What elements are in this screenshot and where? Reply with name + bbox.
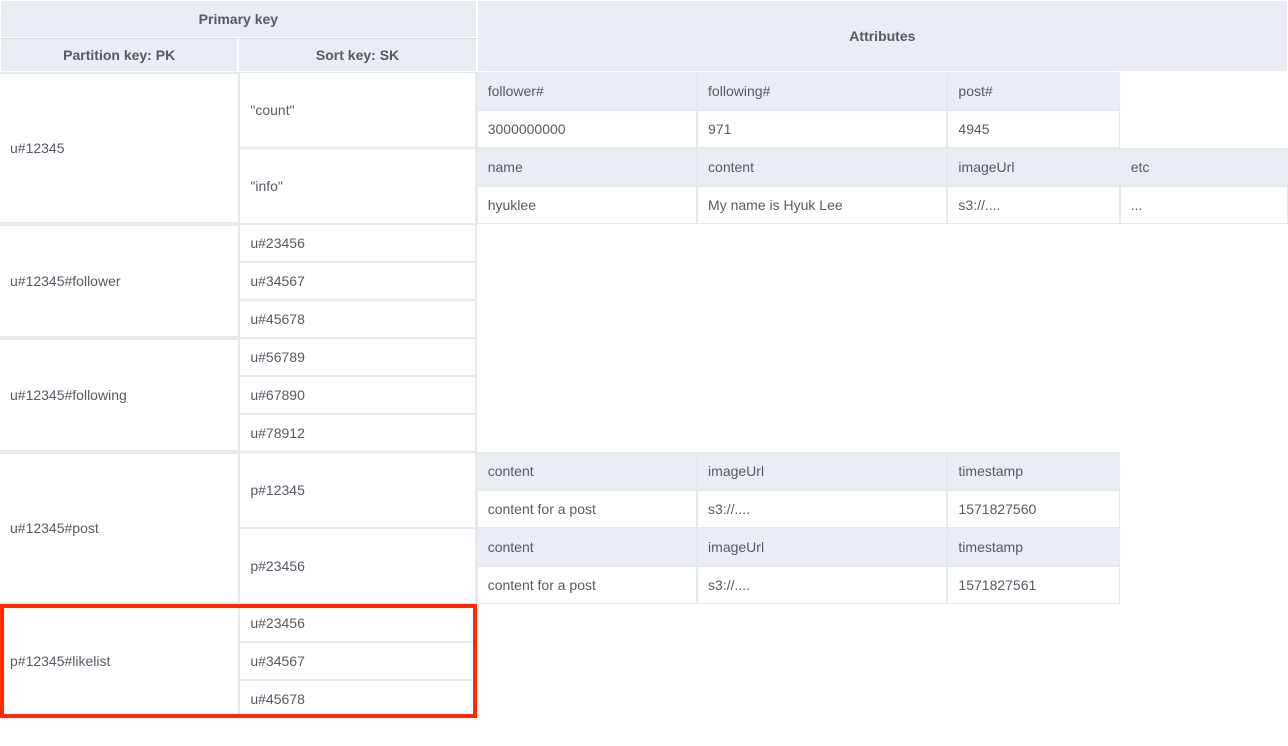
attr-value: hyuklee bbox=[477, 186, 697, 224]
pk-cell: u#12345#follower bbox=[0, 224, 238, 338]
header-sort-key: Sort key: SK bbox=[238, 38, 476, 72]
attr-header: imageUrl bbox=[697, 452, 947, 490]
attr-header: post# bbox=[947, 72, 1119, 110]
pk-cell: u#12345 bbox=[0, 72, 238, 224]
table-row: u#12345#post p#12345 content imageUrl ti… bbox=[0, 452, 1288, 490]
sk-cell: u#67890 bbox=[238, 376, 476, 414]
sk-cell: u#34567 bbox=[238, 642, 476, 680]
pk-cell: p#12345#likelist bbox=[0, 604, 238, 718]
sk-cell: u#23456 bbox=[238, 224, 476, 262]
header-partition-key: Partition key: PK bbox=[0, 38, 238, 72]
attr-header: content bbox=[477, 528, 697, 566]
attr-header: following# bbox=[697, 72, 947, 110]
sk-cell: "info" bbox=[238, 148, 476, 224]
attr-header: imageUrl bbox=[697, 528, 947, 566]
attr-header: imageUrl bbox=[947, 148, 1119, 186]
header-row-1: Primary key Attributes bbox=[0, 0, 1288, 38]
sk-cell: u#56789 bbox=[238, 338, 476, 376]
attr-value: 1571827561 bbox=[947, 566, 1119, 604]
attr-value: 971 bbox=[697, 110, 947, 148]
header-attributes: Attributes bbox=[477, 0, 1288, 72]
sk-cell: p#23456 bbox=[238, 528, 476, 604]
sk-cell: u#34567 bbox=[238, 262, 476, 300]
attr-header: follower# bbox=[477, 72, 697, 110]
attr-header: etc bbox=[1120, 148, 1288, 186]
header-primary-key: Primary key bbox=[0, 0, 477, 38]
sk-cell: u#23456 bbox=[238, 604, 476, 642]
attr-value: s3://.... bbox=[947, 186, 1119, 224]
attr-value: 3000000000 bbox=[477, 110, 697, 148]
attr-header: content bbox=[477, 452, 697, 490]
attr-value: My name is Hyuk Lee bbox=[697, 186, 947, 224]
attr-header: timestamp bbox=[947, 528, 1119, 566]
sk-cell: p#12345 bbox=[238, 452, 476, 528]
dynamodb-schema-table: Primary key Attributes Partition key: PK… bbox=[0, 0, 1288, 718]
sk-cell: u#78912 bbox=[238, 414, 476, 452]
attr-value: s3://.... bbox=[697, 566, 947, 604]
attr-value: ... bbox=[1120, 186, 1288, 224]
attr-value: s3://.... bbox=[697, 490, 947, 528]
table-row: u#12345#following u#56789 bbox=[0, 338, 1288, 376]
table-row: u#12345#follower u#23456 bbox=[0, 224, 1288, 262]
pk-cell: u#12345#following bbox=[0, 338, 238, 452]
attr-header: name bbox=[477, 148, 697, 186]
attr-value: content for a post bbox=[477, 490, 697, 528]
attr-value: 4945 bbox=[947, 110, 1119, 148]
sk-cell: u#45678 bbox=[238, 680, 476, 718]
sk-cell: u#45678 bbox=[238, 300, 476, 338]
pk-cell: u#12345#post bbox=[0, 452, 238, 604]
table-row: u#12345 "count" follower# following# pos… bbox=[0, 72, 1288, 110]
attr-value: content for a post bbox=[477, 566, 697, 604]
attr-header: content bbox=[697, 148, 947, 186]
attr-value: 1571827560 bbox=[947, 490, 1119, 528]
table-row: p#12345#likelist u#23456 bbox=[0, 604, 1288, 642]
table-wrapper: Primary key Attributes Partition key: PK… bbox=[0, 0, 1288, 718]
attr-header: timestamp bbox=[947, 452, 1119, 490]
sk-cell: "count" bbox=[238, 72, 476, 148]
